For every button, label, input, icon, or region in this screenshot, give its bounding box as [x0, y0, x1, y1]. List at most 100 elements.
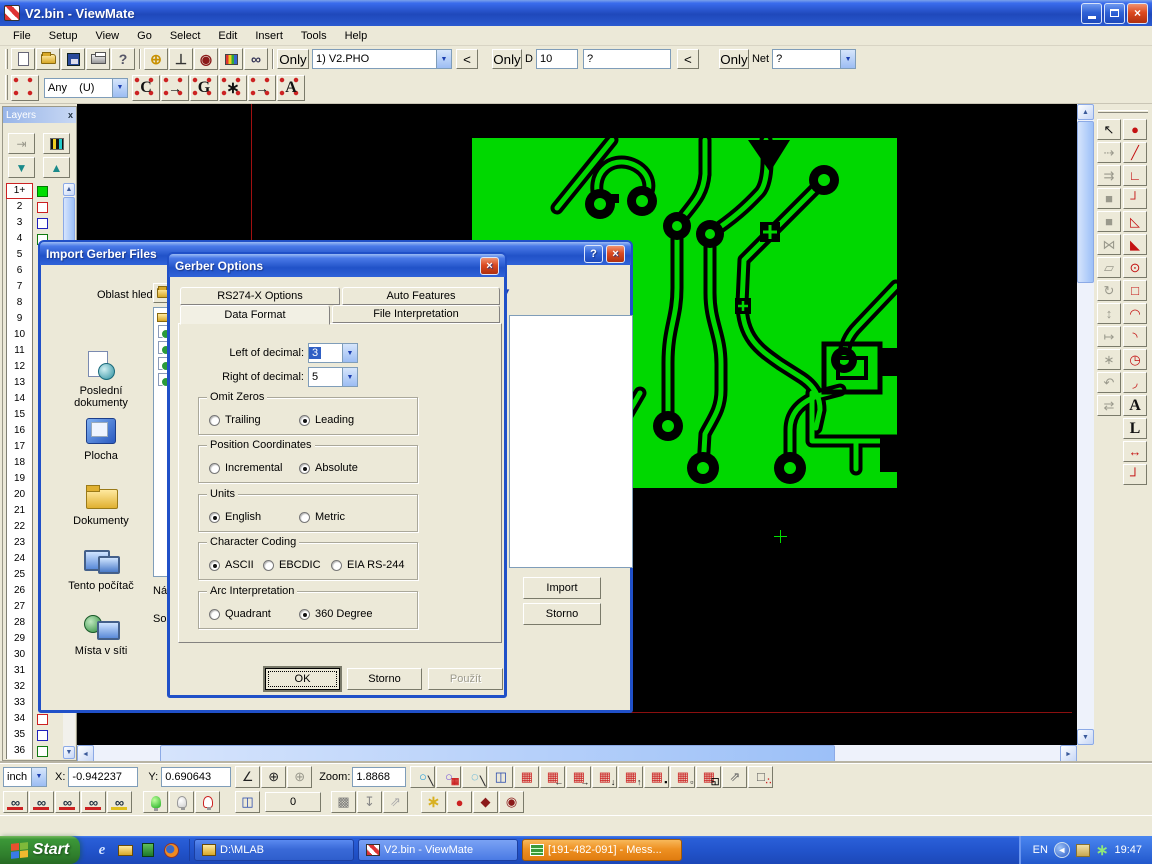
radio-metric[interactable] [299, 512, 310, 523]
layer-row[interactable]: 1+ [6, 183, 66, 199]
draw-tool-button[interactable]: ◠ [1123, 303, 1147, 324]
draw-tool-button[interactable]: ◝ [1123, 326, 1147, 347]
layer-number[interactable]: 24 [6, 551, 33, 567]
menu-item[interactable]: Tools [292, 28, 336, 44]
toolbar-grip[interactable] [5, 75, 8, 100]
chevron-down-icon[interactable]: ▼ [342, 344, 357, 362]
draw-tool-button[interactable]: ╱ [1123, 142, 1147, 163]
layer-number[interactable]: 19 [6, 471, 33, 487]
layer-combo[interactable]: 1) V2.PHO▼ [312, 49, 452, 69]
layer-number[interactable]: 20 [6, 487, 33, 503]
apply-button[interactable]: Použít [428, 668, 503, 690]
selection-filter-combo[interactable]: Any (U)▼ [44, 78, 128, 98]
edit-tool-button[interactable]: ↶ [1097, 372, 1121, 393]
layer-number[interactable]: 26 [6, 583, 33, 599]
layer-number[interactable]: 31 [6, 663, 33, 679]
chevron-down-icon[interactable]: ▼ [840, 50, 855, 68]
layer-number[interactable]: 33 [6, 695, 33, 711]
view-nav-button[interactable]: ▦ ◱ [696, 766, 721, 788]
radio-360-degree[interactable] [299, 609, 310, 620]
edit-tool-button[interactable]: ↕ [1097, 303, 1121, 324]
layer-number[interactable]: 28 [6, 615, 33, 631]
quick-launch-icon[interactable] [140, 842, 156, 858]
toolbar-button[interactable]: ∞ [244, 48, 268, 70]
draw-tool-button[interactable]: A [1123, 395, 1147, 416]
layer-number[interactable]: 6 [6, 263, 33, 279]
draw-tool-button[interactable]: ● [1123, 119, 1147, 140]
select-tool-button[interactable]: A [277, 75, 305, 101]
menu-item[interactable]: View [86, 28, 128, 44]
edit-tool-button[interactable]: ⋈ [1097, 234, 1121, 255]
layer-number[interactable]: 21 [6, 503, 33, 519]
layer-number[interactable]: 16 [6, 423, 33, 439]
layer-send-button[interactable]: ⇥ [8, 133, 35, 154]
layer-number[interactable]: 13 [6, 375, 33, 391]
layer-number[interactable]: 4 [6, 231, 33, 247]
layer-number[interactable]: 32 [6, 679, 33, 695]
radio-leading[interactable] [299, 415, 310, 426]
layer-number[interactable]: 14 [6, 391, 33, 407]
storno-button[interactable]: Storno [347, 668, 422, 690]
radio-eia-rs244[interactable] [331, 560, 342, 571]
radio-trailing[interactable] [209, 415, 220, 426]
menu-item[interactable]: Setup [40, 28, 87, 44]
pad-shape-button[interactable]: ◆ [473, 791, 498, 813]
quick-launch-icon[interactable] [117, 842, 133, 858]
minimize-button[interactable] [1081, 3, 1102, 24]
places-bar-item[interactable]: Poslední dokumenty [53, 351, 149, 409]
edit-tool-button[interactable]: ↖ [1097, 119, 1121, 140]
prev-layer-button[interactable]: < [456, 49, 478, 69]
language-indicator[interactable]: EN [1033, 844, 1048, 856]
menu-item[interactable]: Edit [209, 28, 246, 44]
tab-auto-features[interactable]: Auto Features [342, 287, 500, 305]
layer-number[interactable]: 11 [6, 343, 33, 359]
measure-button[interactable]: ⊕ [261, 766, 286, 788]
layer-table-button[interactable] [43, 133, 70, 154]
layer-number[interactable]: 3 [6, 215, 33, 231]
measure-button[interactable]: ∠ [235, 766, 260, 788]
layer-number[interactable]: 23 [6, 535, 33, 551]
canvas-vertical-scrollbar[interactable]: ▲ ▼ [1077, 104, 1094, 745]
grid-anchor-button[interactable]: ⇗ [383, 791, 408, 813]
view-nav-button[interactable]: ◫ [488, 766, 513, 788]
tile-button[interactable]: ◫ [235, 791, 260, 813]
chevron-down-icon[interactable]: ▼ [31, 768, 46, 786]
layer-number[interactable]: 5 [6, 247, 33, 263]
layer-number[interactable]: 36 [6, 743, 33, 759]
taskbar-task-button[interactable]: D:\MLAB [194, 839, 354, 861]
places-bar-item[interactable]: Místa v síti [53, 611, 149, 657]
scroll-left-icon[interactable]: ◄ [77, 745, 94, 763]
view-nav-button[interactable]: ⇗ [722, 766, 747, 788]
inspect-glasses-button[interactable]: ∞ [29, 791, 54, 813]
draw-tool-button[interactable]: □ [1123, 280, 1147, 301]
inspect-glasses-button[interactable]: ∞ [107, 791, 132, 813]
toolbar-button[interactable]: ⊥ [169, 48, 193, 70]
toolbar-grip[interactable] [1098, 110, 1148, 113]
layer-number[interactable]: 15 [6, 407, 33, 423]
chevron-down-icon[interactable]: ▼ [436, 50, 451, 68]
layer-up-button[interactable]: ▲ [43, 157, 70, 178]
toolbar-button[interactable] [86, 48, 110, 70]
draw-tool-button[interactable]: L [1123, 418, 1147, 439]
inspect-glasses-button[interactable]: ∞ [81, 791, 106, 813]
view-nav-button[interactable]: ▦ ← [540, 766, 565, 788]
scrollbar-thumb[interactable] [1077, 121, 1094, 283]
layer-down-button[interactable]: ▼ [8, 157, 35, 178]
layer-color-swatch[interactable] [37, 746, 48, 757]
scroll-down-icon[interactable]: ▼ [63, 746, 75, 759]
layer-number[interactable]: 18 [6, 455, 33, 471]
close-button[interactable]: × [1127, 3, 1148, 24]
menu-item[interactable]: Insert [246, 28, 292, 44]
chevron-down-icon[interactable]: ▼ [112, 79, 127, 97]
only-net-button[interactable]: Only [719, 49, 749, 69]
menu-item[interactable]: File [4, 28, 40, 44]
inspect-glasses-button[interactable]: ∞ [3, 791, 28, 813]
layer-number[interactable]: 17 [6, 439, 33, 455]
radio-english[interactable] [209, 512, 220, 523]
layer-color-swatch[interactable] [37, 202, 48, 213]
tab-file-interpretation[interactable]: File Interpretation [332, 305, 500, 323]
layer-number[interactable]: 12 [6, 359, 33, 375]
draw-tool-button[interactable]: ┘ [1123, 464, 1147, 485]
view-nav-button[interactable]: □ ∴ [748, 766, 773, 788]
toolbar-grip[interactable] [5, 49, 8, 70]
